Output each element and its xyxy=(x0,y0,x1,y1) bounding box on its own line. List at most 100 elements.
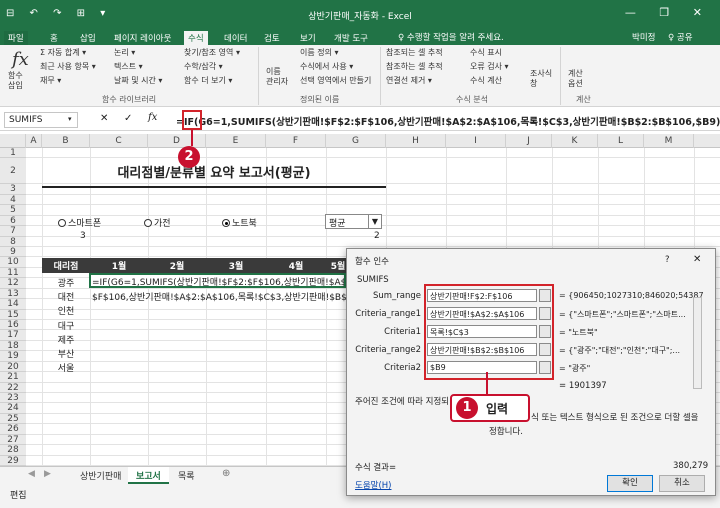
trace-precedents-button[interactable]: 참조되는 셀 추적 xyxy=(386,47,443,58)
col-header-c[interactable]: C xyxy=(90,134,148,148)
name-manager-button[interactable]: 이름 관리자 xyxy=(266,67,288,87)
select-all-corner[interactable] xyxy=(0,134,26,148)
col-header-j[interactable]: J xyxy=(506,134,552,148)
branch-cell[interactable]: 부산 xyxy=(42,347,90,360)
calculation-options-button[interactable]: 계산 옵션 xyxy=(568,69,583,89)
row-header-25[interactable]: 25 xyxy=(0,413,26,425)
watch-window-button[interactable]: 조사식 창 xyxy=(530,69,552,89)
autosum-button[interactable]: Σ 자동 합계 ▾ xyxy=(40,47,86,58)
row-header-10[interactable]: 10 xyxy=(0,257,26,268)
insert-function-button[interactable]: 함수 삽입 xyxy=(8,71,23,91)
logical-button[interactable]: 논리 ▾ xyxy=(114,47,135,58)
share-button[interactable]: ♀ 공유 xyxy=(668,31,693,43)
args-scrollbar[interactable] xyxy=(693,297,702,389)
col-header-f[interactable]: F xyxy=(266,134,326,148)
col-header-h[interactable]: H xyxy=(386,134,446,148)
ok-button[interactable]: 확인 xyxy=(607,475,653,492)
row-header-6[interactable]: 6 xyxy=(0,215,26,227)
date-time-button[interactable]: 날짜 및 시간 ▾ xyxy=(114,75,162,86)
name-box-dropdown-icon[interactable]: ▾ xyxy=(68,115,72,123)
row-header-9[interactable]: 9 xyxy=(0,247,26,258)
col-header-g[interactable]: G xyxy=(326,134,386,148)
row-header-23[interactable]: 23 xyxy=(0,393,26,404)
row-header-17[interactable]: 17 xyxy=(0,330,26,341)
row-header-15[interactable]: 15 xyxy=(0,309,26,321)
tell-me-box[interactable]: ♀ 수행할 작업을 알려 주세요. xyxy=(398,31,504,43)
row-header-18[interactable]: 18 xyxy=(0,340,26,352)
user-name[interactable]: 박미정 xyxy=(632,31,655,43)
row-header-12[interactable]: 12 xyxy=(0,278,26,289)
remove-arrows-button[interactable]: 연결선 제거 ▾ xyxy=(386,75,432,86)
radio-notebook[interactable]: 노트북 xyxy=(222,216,257,229)
row-header-2[interactable]: 2 xyxy=(0,158,26,185)
col-header-e[interactable]: E xyxy=(206,134,266,148)
window-controls[interactable]: — ❐ ✕ xyxy=(625,6,712,19)
recent-functions-button[interactable]: 최근 사용 항목 ▾ xyxy=(40,61,96,72)
row-header-19[interactable]: 19 xyxy=(0,351,26,362)
show-formulas-button[interactable]: 수식 표시 xyxy=(470,47,502,58)
row-header-21[interactable]: 21 xyxy=(0,372,26,383)
row-header-7[interactable]: 7 xyxy=(0,226,26,237)
row-header-22[interactable]: 22 xyxy=(0,382,26,393)
tab-developer[interactable]: 개발 도구 xyxy=(330,31,372,45)
more-functions-button[interactable]: 함수 더 보기 ▾ xyxy=(184,75,232,86)
lookup-reference-button[interactable]: 찾기/참조 영역 ▾ xyxy=(184,47,240,58)
row-header-3[interactable]: 3 xyxy=(0,184,26,195)
col-header-d[interactable]: D xyxy=(148,134,206,148)
row-header-28[interactable]: 28 xyxy=(0,445,26,456)
tab-review[interactable]: 검토 xyxy=(260,31,284,45)
row-header-20[interactable]: 20 xyxy=(0,361,26,373)
tab-insert[interactable]: 삽입 xyxy=(76,31,100,45)
radio-smartphone[interactable]: 스마트폰 xyxy=(58,216,101,229)
tab-formulas[interactable]: 수식 xyxy=(184,31,208,45)
add-sheet-icon[interactable]: ⊕ xyxy=(222,468,230,479)
col-header-i[interactable]: I xyxy=(446,134,506,148)
tab-file[interactable]: 파일 xyxy=(4,31,28,45)
sheet-tab-list[interactable]: 목록 xyxy=(170,467,203,484)
tab-page-layout[interactable]: 페이지 레이아웃 xyxy=(110,31,175,45)
cancel-button[interactable]: 취소 xyxy=(659,475,705,492)
col-header-b[interactable]: B xyxy=(42,134,90,148)
enter-icon[interactable]: ✓ xyxy=(124,113,132,124)
tab-data[interactable]: 데이터 xyxy=(220,31,251,45)
statistic-dropdown[interactable]: 평균 ▼ xyxy=(325,214,382,229)
cancel-icon[interactable]: ✕ xyxy=(100,113,108,124)
help-icon[interactable]: ? xyxy=(665,255,670,265)
name-box[interactable]: SUMIFS xyxy=(4,112,78,128)
financial-button[interactable]: 재무 ▾ xyxy=(40,75,61,86)
col-header-l[interactable]: L xyxy=(598,134,644,148)
text-button[interactable]: 텍스트 ▾ xyxy=(114,61,143,72)
cell-c9-editing[interactable]: =IF(G6=1,SUMIFS(상반기판매!$F$2:$F$106,상반기판매!… xyxy=(89,273,346,288)
dropdown-arrow-icon[interactable]: ▼ xyxy=(368,215,381,228)
math-trig-button[interactable]: 수학/삼각 ▾ xyxy=(184,61,223,72)
formula-input[interactable]: =IF(G6=1,SUMIFS(상반기판매!$F$2:$F$106,상반기판매!… xyxy=(176,114,720,128)
error-checking-button[interactable]: 오류 검사 ▾ xyxy=(470,61,509,72)
col-header-m[interactable]: M xyxy=(644,134,694,148)
create-from-selection-button[interactable]: 선택 영역에서 만들기 xyxy=(300,75,371,86)
trace-dependents-button[interactable]: 참조하는 셀 추적 xyxy=(386,61,443,72)
tab-home[interactable]: 홈 xyxy=(46,31,62,45)
row-header-11[interactable]: 11 xyxy=(0,267,26,279)
tab-scroll-left-icon[interactable]: ◀ xyxy=(28,469,35,479)
row-header-16[interactable]: 16 xyxy=(0,320,26,331)
row-header-27[interactable]: 27 xyxy=(0,434,26,446)
branch-cell[interactable]: 광주 xyxy=(42,276,90,289)
define-name-button[interactable]: 이름 정의 ▾ xyxy=(300,47,339,58)
branch-cell[interactable]: 인천 xyxy=(42,304,90,317)
insert-function-icon[interactable]: fx xyxy=(12,49,29,70)
row-header-26[interactable]: 26 xyxy=(0,424,26,435)
row-header-24[interactable]: 24 xyxy=(0,403,26,414)
sheet-tab-sales[interactable]: 상반기판매 xyxy=(72,467,129,484)
row-header-8[interactable]: 8 xyxy=(0,236,26,248)
sheet-tab-report[interactable]: 보고서 xyxy=(128,467,169,484)
row-header-14[interactable]: 14 xyxy=(0,299,26,310)
branch-cell[interactable]: 대구 xyxy=(42,319,90,332)
row-header-13[interactable]: 13 xyxy=(0,288,26,300)
tab-view[interactable]: 보기 xyxy=(296,31,320,45)
col-header-a[interactable]: A xyxy=(26,134,42,148)
help-link[interactable]: 도움말(H) xyxy=(355,479,391,491)
close-icon[interactable]: ✕ xyxy=(693,254,701,265)
insert-function-fx-icon[interactable]: fx xyxy=(148,112,157,123)
row-header-29[interactable]: 29 xyxy=(0,455,26,466)
row-header-1[interactable]: 1 xyxy=(0,148,26,159)
